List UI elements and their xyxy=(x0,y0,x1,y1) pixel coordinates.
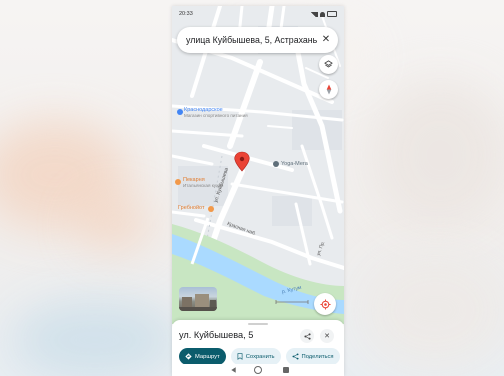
my-location-icon xyxy=(319,298,331,310)
phone-screen: Краснодарское Магазин спортивного питани… xyxy=(172,6,344,376)
poi-name: Yoga-Мега xyxy=(281,161,308,167)
layers-icon xyxy=(324,60,333,68)
directions-icon xyxy=(185,353,192,360)
share-place-button[interactable]: Поделиться xyxy=(285,348,340,365)
close-sheet-button[interactable]: ✕ xyxy=(320,329,334,343)
share-icon xyxy=(292,353,299,360)
recents-icon[interactable] xyxy=(283,367,289,373)
compass-button[interactable] xyxy=(319,80,338,99)
battery-icon xyxy=(327,11,337,17)
thumbnail-road xyxy=(179,307,217,311)
close-icon: ✕ xyxy=(324,333,330,340)
background-blur-blob xyxy=(360,250,504,370)
my-location-button[interactable] xyxy=(314,293,336,315)
bookmark-icon xyxy=(237,353,243,360)
save-label: Сохранить xyxy=(245,353,275,360)
home-icon[interactable] xyxy=(254,366,262,374)
street-view-thumbnail[interactable] xyxy=(179,287,217,311)
background-blur-blob xyxy=(370,80,504,230)
layers-button[interactable] xyxy=(319,55,338,74)
close-icon[interactable]: ✕ xyxy=(320,34,332,46)
navigation-bar xyxy=(172,364,344,376)
poi-subtitle: Магазин спортивного питания xyxy=(184,113,248,119)
status-bar: 20:33 xyxy=(172,6,344,22)
map-view[interactable]: Краснодарское Магазин спортивного питани… xyxy=(172,6,344,324)
share-label: Поделиться xyxy=(301,353,334,360)
poi-icon[interactable] xyxy=(175,179,181,185)
search-bar[interactable]: улица Куйбышева, 5, Астрахань ✕ xyxy=(177,27,338,53)
background-blur-blob xyxy=(10,300,180,376)
poi-icon[interactable] xyxy=(177,109,183,115)
status-icons xyxy=(309,11,337,17)
poi-icon[interactable] xyxy=(208,206,214,212)
directions-label: Маршрут xyxy=(195,353,220,360)
wifi-icon xyxy=(320,11,325,17)
save-button[interactable]: Сохранить xyxy=(230,348,281,365)
back-icon[interactable] xyxy=(230,366,237,374)
poi-label[interactable]: Краснодарское Магазин спортивного питани… xyxy=(184,107,248,119)
directions-button[interactable]: Маршрут xyxy=(179,348,226,365)
share-button[interactable] xyxy=(300,329,314,343)
poi-icon[interactable] xyxy=(273,161,279,167)
status-time: 20:33 xyxy=(179,11,193,17)
thumbnail-building xyxy=(195,294,209,308)
signal-icon xyxy=(309,11,318,17)
background-blur-blob xyxy=(80,200,150,250)
sheet-drag-handle[interactable] xyxy=(248,323,268,325)
compass-icon xyxy=(326,84,331,95)
share-icon xyxy=(303,332,311,340)
search-query[interactable]: улица Куйбышева, 5, Астрахань xyxy=(186,35,320,45)
poi-label[interactable]: Гребнойот xyxy=(178,205,205,211)
place-title: ул. Куйбышева, 5 xyxy=(179,330,254,340)
poi-name: Гребнойот xyxy=(178,205,205,211)
poi-label[interactable]: Yoga-Мега xyxy=(281,161,308,167)
